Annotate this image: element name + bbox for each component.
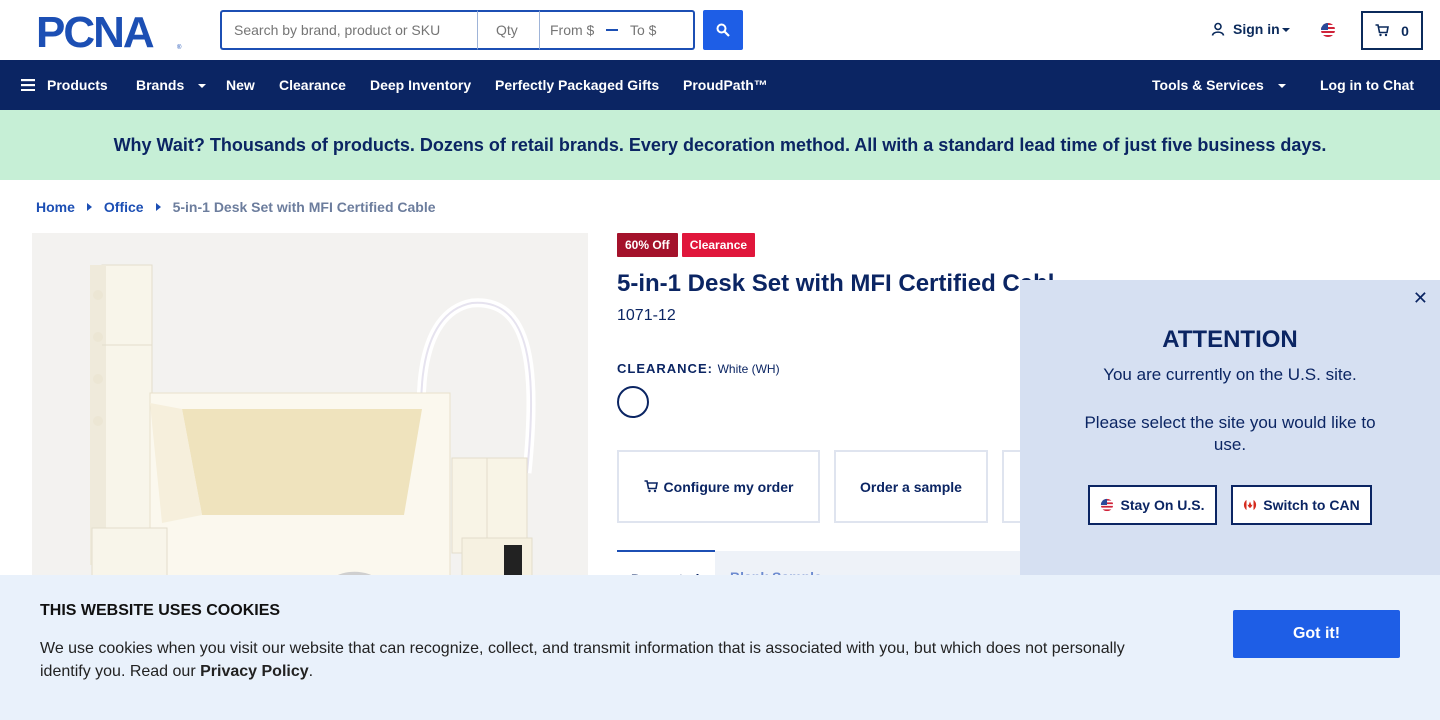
cookie-period: . <box>308 663 314 680</box>
nav-gifts-label: Perfectly Packaged Gifts <box>495 77 660 93</box>
svg-text:PCNA: PCNA <box>36 11 154 51</box>
caret-right-icon <box>86 203 92 211</box>
breadcrumb-office[interactable]: Office <box>104 199 144 215</box>
switch-can-label: Switch to CAN <box>1263 497 1360 513</box>
main-nav: Products Brands New Clearance Deep Inven… <box>0 60 1440 110</box>
price-separator <box>606 29 618 31</box>
order-sample-label: Order a sample <box>860 478 962 495</box>
canada-flag-icon <box>1244 498 1257 512</box>
color-value: White (WH) <box>717 362 780 376</box>
nav-brands[interactable]: Brands <box>136 77 207 93</box>
nav-deep-inventory-label: Deep Inventory <box>370 77 472 93</box>
nav-clearance-label: Clearance <box>279 77 346 93</box>
product-sku: 1071-12 <box>617 307 676 324</box>
nav-chat-label: Log in to Chat <box>1320 77 1415 93</box>
product-badges: 60% Off Clearance <box>617 233 756 257</box>
product-title: 5-in-1 Desk Set with MFI Certified Cabl <box>617 270 1055 297</box>
close-icon[interactable]: ✕ <box>1413 288 1428 309</box>
cart-icon <box>1375 24 1390 37</box>
search-input[interactable] <box>220 10 478 50</box>
color-swatch-white[interactable] <box>617 386 649 418</box>
chevron-down-icon <box>198 84 207 88</box>
nav-gifts[interactable]: Perfectly Packaged Gifts <box>495 77 659 93</box>
sign-in-button[interactable]: Sign in <box>1211 21 1290 37</box>
hamburger-icon <box>21 79 35 91</box>
attention-title: ATTENTION <box>1162 326 1298 353</box>
chevron-down-icon <box>1277 84 1286 88</box>
cookie-accept-label: Got it! <box>1292 625 1341 642</box>
search-icon <box>716 23 730 37</box>
cart-button[interactable]: 0 <box>1361 11 1423 50</box>
privacy-policy-link[interactable]: Privacy Policy <box>200 663 309 680</box>
search-bar <box>220 10 695 50</box>
caret-right-icon <box>155 203 161 211</box>
nav-deep-inventory[interactable]: Deep Inventory <box>370 77 471 93</box>
promo-text: Why Wait? Thousands of products. Dozens … <box>113 134 1327 155</box>
cart-count: 0 <box>1401 22 1409 39</box>
nav-tools-services[interactable]: Tools & Services <box>1152 77 1286 93</box>
nav-clearance[interactable]: Clearance <box>279 77 346 93</box>
nav-chat-login[interactable]: Log in to Chat <box>1320 77 1414 93</box>
order-sample-button[interactable]: Order a sample <box>834 450 988 523</box>
nav-products[interactable]: Products <box>21 77 108 93</box>
price-from-input[interactable] <box>550 22 598 38</box>
search-button[interactable] <box>703 10 743 50</box>
nav-products-label: Products <box>47 77 108 93</box>
us-flag-icon <box>1101 498 1114 512</box>
pcna-logo[interactable]: PCNA ® <box>36 11 184 51</box>
discount-badge: 60% Off <box>617 233 678 257</box>
cookie-text: We use cookies when you visit our websit… <box>40 637 1140 683</box>
site-select-dialog: ✕ ATTENTION You are currently on the U.S… <box>1020 280 1440 576</box>
user-icon <box>1211 22 1225 36</box>
chevron-down-icon <box>1281 28 1290 32</box>
cart-icon <box>644 480 658 493</box>
nav-tools-label: Tools & Services <box>1152 77 1264 93</box>
nav-proudpath-label: ProudPath™ <box>683 77 768 93</box>
clearance-label-text: CLEARANCE: <box>617 361 713 376</box>
nav-new-label: New <box>226 77 255 93</box>
nav-new[interactable]: New <box>226 77 255 93</box>
cookie-accept-button[interactable]: Got it! <box>1233 610 1400 658</box>
attention-line-1: You are currently on the U.S. site. <box>1103 365 1357 384</box>
clearance-color-label: CLEARANCE: White (WH) <box>617 361 780 376</box>
cookie-banner: THIS WEBSITE USES COOKIES We use cookies… <box>0 575 1440 720</box>
us-flag-icon[interactable] <box>1320 22 1336 38</box>
stay-us-button[interactable]: Stay On U.S. <box>1088 485 1217 525</box>
price-to-input[interactable] <box>630 22 678 38</box>
clearance-badge: Clearance <box>681 233 756 257</box>
nav-brands-label: Brands <box>136 77 185 93</box>
configure-order-label: Configure my order <box>663 478 794 495</box>
nav-proudpath[interactable]: ProudPath™ <box>683 77 768 93</box>
attention-line-2: Please select the site you would like to… <box>1084 413 1376 454</box>
site-header: PCNA ® Sign in <box>0 0 1440 60</box>
configure-order-button[interactable]: Configure my order <box>617 450 820 523</box>
promo-banner: Why Wait? Thousands of products. Dozens … <box>0 110 1440 180</box>
sign-in-label: Sign in <box>1233 21 1280 37</box>
qty-input[interactable] <box>478 10 540 50</box>
cookie-title: THIS WEBSITE USES COOKIES <box>40 602 281 619</box>
breadcrumb: Home Office 5-in-1 Desk Set with MFI Cer… <box>36 199 436 215</box>
svg-text:®: ® <box>177 44 182 51</box>
breadcrumb-home[interactable]: Home <box>36 199 75 215</box>
switch-can-button[interactable]: Switch to CAN <box>1231 485 1372 525</box>
breadcrumb-current: 5-in-1 Desk Set with MFI Certified Cable <box>172 199 436 215</box>
price-range <box>540 10 695 50</box>
stay-us-label: Stay On U.S. <box>1120 497 1205 513</box>
